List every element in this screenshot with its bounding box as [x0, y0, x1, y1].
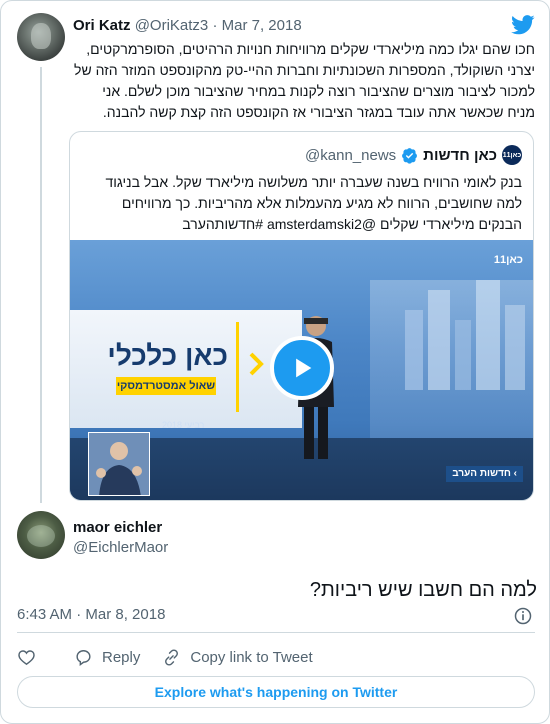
- channel-logo: כאן11: [493, 254, 523, 266]
- quoted-author-handle: @kann_news: [305, 146, 397, 164]
- quoted-author-name: כאן חדשות: [423, 146, 497, 164]
- author-handle[interactable]: @OriKatz3: [135, 17, 209, 34]
- reply-author-name[interactable]: maor eichler: [73, 519, 162, 536]
- avatar[interactable]: [17, 13, 65, 61]
- quoted-tweet-header: כאן11 כאן חדשות @kann_news: [82, 144, 522, 166]
- reply-label: Reply: [102, 648, 141, 666]
- reply-tweet-text: למה הם חשבו שיש ריביות?: [309, 579, 537, 601]
- twitter-bird-icon[interactable]: [511, 15, 535, 35]
- tweet-actions: Reply Copy link to Tweet: [17, 646, 313, 668]
- info-icon[interactable]: [513, 606, 533, 626]
- verified-badge-icon: [402, 147, 418, 164]
- play-button[interactable]: [270, 336, 334, 400]
- quoted-tweet-text: בנק לאומי הרוויח בשנה שעברה יותר משלושה …: [105, 174, 523, 232]
- reply-bubble-icon: [76, 649, 91, 666]
- chevron-right-icon: [249, 352, 264, 376]
- explore-twitter-button[interactable]: Explore what's happening on Twitter: [17, 676, 535, 708]
- sign-language-interpreter: [88, 432, 150, 496]
- skyline-graphic: [405, 280, 525, 390]
- news-tag-label: חדשות הערב: [452, 468, 511, 479]
- quoted-avatar: כאן11: [502, 145, 522, 165]
- copy-link-label: Copy link to Tweet: [190, 648, 313, 666]
- divider: [17, 632, 535, 633]
- video-subtitle: שאול אמסטרדמסקי: [116, 377, 216, 395]
- parent-tweet-header: Ori Katz @OriKatz3 · Mar 7, 2018: [73, 17, 493, 34]
- copy-link-button[interactable]: Copy link to Tweet: [162, 648, 313, 667]
- parent-tweet-text: חכו שהם יגלו כמה מיליארדי שקלים מרוויחות…: [74, 41, 535, 120]
- author-name[interactable]: Ori Katz: [73, 17, 131, 34]
- like-button[interactable]: [17, 648, 36, 667]
- accent-bar: [236, 322, 239, 412]
- video-title: כאן כלכלי: [107, 340, 228, 371]
- meta-separator: ·: [212, 17, 218, 34]
- tweet-date[interactable]: Mar 7, 2018: [222, 17, 302, 34]
- video-thumbnail[interactable]: כאן כלכלי שאול אמסטרדמסקי כאן11 רביעי 20…: [70, 240, 533, 500]
- heart-icon: [18, 649, 35, 665]
- video-date-text: רביעי 2018: [162, 420, 205, 430]
- link-icon: [165, 648, 179, 666]
- reply-timestamp[interactable]: 6:43 AM · Mar 8, 2018: [17, 606, 165, 623]
- thread-connector-line: [40, 67, 42, 503]
- news-tag: › חדשות הערב: [446, 466, 523, 482]
- play-icon: [296, 358, 312, 378]
- quoted-tweet[interactable]: כאן11 כאן חדשות @kann_news בנק לאומי הרו…: [69, 131, 534, 501]
- tweet-embed-card: Ori Katz @OriKatz3 · Mar 7, 2018 חכו שהם…: [0, 0, 550, 724]
- reply-avatar[interactable]: [17, 511, 65, 559]
- reply-author-handle[interactable]: @EichlerMaor: [73, 539, 168, 556]
- reply-button[interactable]: Reply: [74, 648, 140, 667]
